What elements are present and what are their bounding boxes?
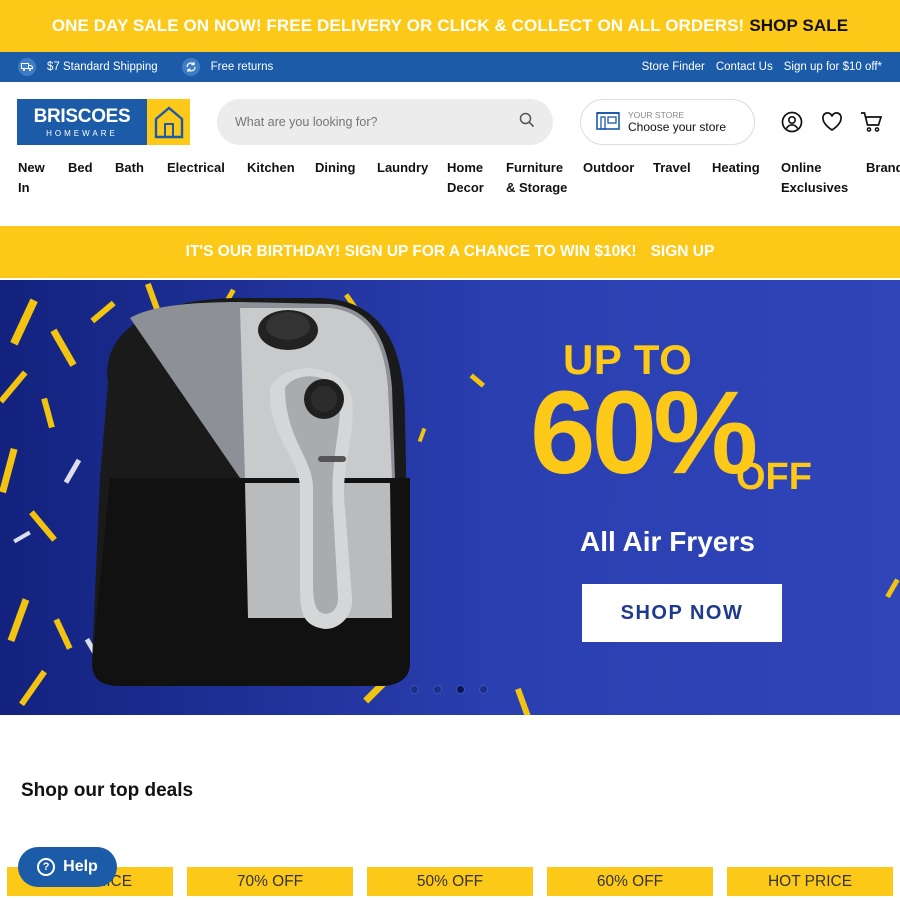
nav-bed[interactable]: Bed [68, 158, 93, 178]
deal-badge: HOT PRICE [727, 867, 893, 896]
search-icon[interactable] [519, 112, 535, 133]
main-nav: New In Bed Bath Electrical Kitchen Dinin… [0, 150, 900, 226]
deal-badge: 50% OFF [367, 867, 533, 896]
hero-subtitle: All Air Fryers [580, 526, 755, 557]
search-input[interactable] [235, 115, 519, 129]
hero-percent-text: 60% [530, 367, 758, 499]
returns-text: Free returns [210, 61, 274, 73]
shipping-text: $7 Standard Shipping [47, 61, 158, 73]
help-button[interactable]: ? Help [18, 847, 117, 887]
nav-online-exclusives[interactable]: Online Exclusives [781, 158, 848, 198]
nav-outdoor[interactable]: Outdoor [583, 158, 634, 178]
nav-electrical[interactable]: Electrical [167, 158, 225, 178]
birthday-banner: IT'S OUR BIRTHDAY! SIGN UP FOR A CHANCE … [0, 226, 900, 278]
returns-icon [181, 58, 200, 76]
cart-icon[interactable] [860, 110, 884, 134]
truck-icon [18, 58, 36, 76]
deal-card[interactable]: 50% OFF [367, 867, 533, 900]
deal-card[interactable]: 60% OFF [547, 867, 713, 900]
logo-main-text: BRISCOES [33, 106, 131, 127]
shop-now-button[interactable]: SHOP NOW [582, 584, 782, 642]
question-icon: ? [37, 858, 56, 876]
top-deals-title: Shop our top deals [21, 780, 194, 801]
nav-travel[interactable]: Travel [653, 158, 691, 178]
contact-us-link[interactable]: Contact Us [716, 61, 773, 73]
deal-card[interactable]: 70% OFF [187, 867, 353, 900]
wishlist-icon[interactable] [820, 110, 844, 134]
store-value: Choose your store [628, 119, 727, 134]
carousel-dot-1[interactable] [410, 685, 419, 694]
deal-card[interactable]: HOT PRICE [727, 867, 893, 900]
logo-sub-text: HOMEWARE [46, 129, 118, 138]
promo-text: ONE DAY SALE ON NOW! FREE DELIVERY OR CL… [51, 16, 745, 35]
help-label: Help [63, 858, 98, 875]
nav-furniture-storage[interactable]: Furniture & Storage [506, 158, 568, 198]
search-bar [217, 99, 553, 145]
carousel-dot-3[interactable] [456, 685, 465, 694]
store-icon [596, 110, 620, 135]
nav-heating[interactable]: Heating [712, 158, 760, 178]
site-header: BRISCOES HOMEWARE YOUR STORE Choose your… [0, 82, 900, 150]
nav-new-in[interactable]: New In [18, 158, 48, 198]
nav-laundry[interactable]: Laundry [377, 158, 428, 178]
carousel-dot-4[interactable] [479, 685, 488, 694]
nav-bath[interactable]: Bath [115, 158, 144, 178]
nav-home-decor[interactable]: Home Decor [447, 158, 492, 198]
hero-off-text: OFF [736, 456, 812, 498]
deal-badge: 60% OFF [547, 867, 713, 896]
utility-bar: $7 Standard Shipping Free returns Store … [0, 52, 900, 82]
signup-discount-link[interactable]: Sign up for $10 off* [784, 61, 882, 73]
shop-sale-link[interactable]: SHOP SALE [749, 16, 848, 36]
birthday-text: IT'S OUR BIRTHDAY! SIGN UP FOR A CHANCE … [185, 243, 637, 260]
carousel-dots [410, 685, 502, 694]
nav-brands[interactable]: Brands [866, 158, 900, 178]
promo-bar: ONE DAY SALE ON NOW! FREE DELIVERY OR CL… [0, 0, 900, 52]
hero-carousel: UP TO 60% OFF [0, 278, 900, 715]
carousel-dot-2[interactable] [433, 685, 442, 694]
nav-kitchen[interactable]: Kitchen [247, 158, 295, 178]
shipping-info: $7 Standard Shipping [18, 58, 158, 76]
store-label: YOUR STORE [628, 109, 685, 120]
deal-badge: 70% OFF [187, 867, 353, 896]
briscoes-logo[interactable]: BRISCOES HOMEWARE [17, 99, 190, 145]
returns-info: Free returns [181, 58, 274, 76]
store-finder-link[interactable]: Store Finder [642, 61, 705, 73]
house-icon [147, 99, 190, 145]
store-selector[interactable]: YOUR STORE Choose your store [580, 99, 755, 145]
nav-dining[interactable]: Dining [315, 158, 355, 178]
account-icon[interactable] [780, 110, 804, 134]
birthday-signup-link[interactable]: SIGN UP [651, 243, 715, 261]
